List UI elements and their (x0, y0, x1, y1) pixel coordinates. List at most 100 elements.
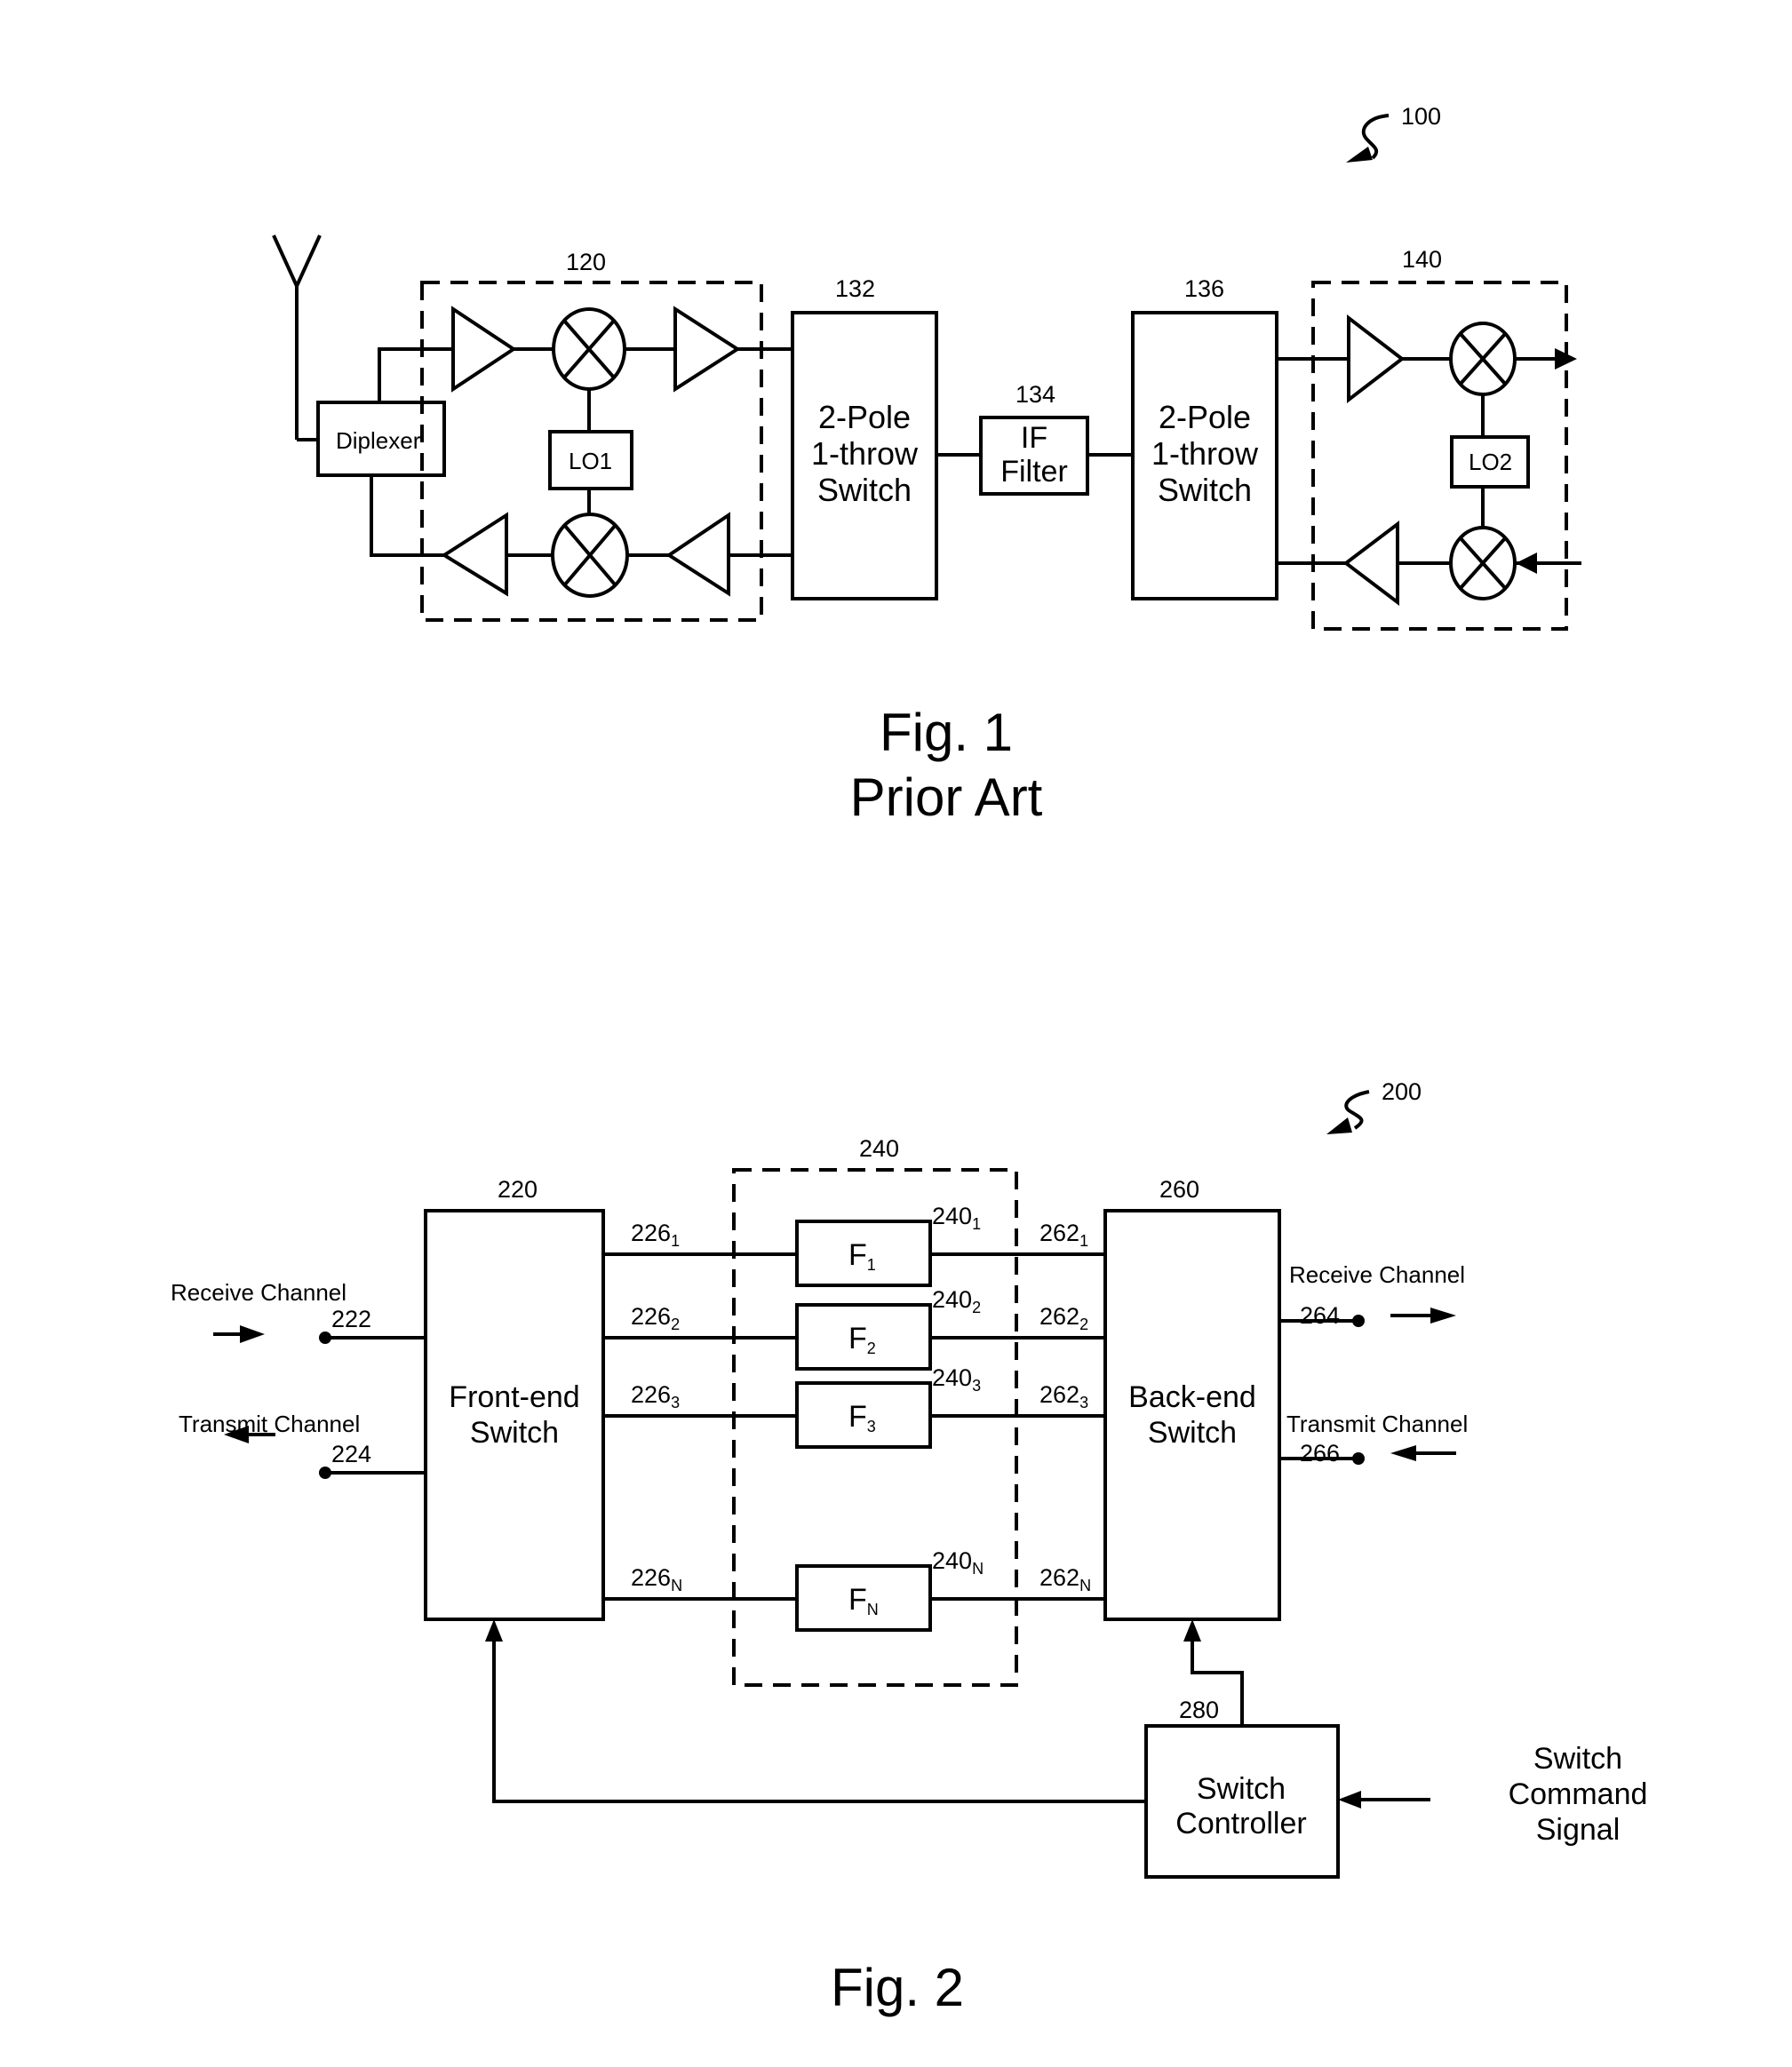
amplifier-icon (441, 512, 508, 597)
fig1-caption-sub: Prior Art (850, 767, 1043, 827)
filter-bank-ref: 240 (859, 1135, 899, 1162)
output-port-ref-main: 262 (1039, 1303, 1079, 1330)
switch-132-line2: 1-throw (811, 435, 919, 472)
filter-ref: 2401 (932, 1203, 981, 1233)
input-port-ref-subscript: 1 (671, 1232, 680, 1250)
control-arrow-icon (485, 1619, 503, 1642)
if-filter-ref: 134 (1015, 381, 1055, 408)
right-transmit-ref: 266 (1300, 1440, 1340, 1467)
switch-132-line3: Switch (817, 472, 912, 508)
receive-direction-arrow-icon (213, 1325, 265, 1343)
output-port-ref: 262N (1039, 1564, 1091, 1594)
switch-136-line2: 1-throw (1151, 435, 1259, 472)
receive-direction-arrow-icon (1390, 1308, 1456, 1324)
input-arrow-icon (1516, 553, 1537, 574)
back-end-line1: Back-end (1128, 1380, 1256, 1414)
fig1-ref-arrow (1346, 114, 1390, 163)
amplifier-icon (673, 306, 741, 393)
control-arrow-icon (1183, 1619, 1201, 1642)
patent-drawing-sheet: 100 Diplexer 120 LO1 132 2-Pole 1-throw … (171, 103, 1647, 2017)
input-port-ref: 2262 (631, 1303, 680, 1333)
fig1-caption: Fig. 1 (880, 703, 1013, 762)
filter-label-subscript: 2 (867, 1340, 876, 1357)
command-signal-line3: Signal (1536, 1813, 1621, 1847)
input-port-ref-subscript: 2 (671, 1316, 680, 1333)
filter-label-main: F (848, 1322, 867, 1355)
right-transmit-terminal (1352, 1452, 1365, 1465)
filter-row: F124012261 2621 (603, 1203, 1105, 1287)
filter-row: F224022262 2622 (603, 1286, 1105, 1371)
filter-ref-main: 240 (932, 1286, 972, 1313)
input-port-ref-main: 226 (631, 1303, 671, 1330)
lo1-label: LO1 (569, 448, 612, 474)
filter-ref: 240N (932, 1547, 984, 1578)
switch-132-line1: 2-Pole (818, 399, 911, 435)
transmit-direction-arrow-icon (1390, 1445, 1456, 1461)
output-port-ref-subscript: N (1079, 1577, 1091, 1594)
output-port-ref: 2621 (1039, 1220, 1088, 1250)
switch-controller-line2: Controller (1175, 1807, 1306, 1840)
filter-label-main: F (848, 1400, 867, 1434)
fig1: 100 Diplexer 120 LO1 132 2-Pole 1-throw … (272, 103, 1581, 827)
filter-ref-subscript: 3 (972, 1377, 981, 1395)
output-port-ref: 2623 (1039, 1381, 1088, 1411)
mixer-icon (551, 513, 629, 598)
mixer-icon (552, 307, 626, 391)
filter-label-subscript: N (867, 1601, 879, 1618)
amplifier-icon (665, 512, 730, 597)
filter-label-subscript: 1 (867, 1256, 876, 1274)
front-end-line1: Front-end (449, 1380, 579, 1414)
output-port-ref-main: 262 (1039, 1381, 1079, 1408)
front-end-line2: Switch (470, 1416, 559, 1450)
output-port-ref-main: 262 (1039, 1220, 1079, 1246)
diplexer-label: Diplexer (336, 427, 421, 454)
front-end-ref: 220 (498, 1176, 538, 1203)
filter-ref-subscript: N (972, 1560, 984, 1578)
back-end-ref: 260 (1159, 1176, 1199, 1203)
filter-ref-main: 240 (932, 1364, 972, 1391)
antenna-icon (272, 235, 322, 441)
filter-ref-main: 240 (932, 1203, 972, 1229)
output-port-ref-subscript: 3 (1079, 1394, 1088, 1411)
input-port-ref-main: 226 (631, 1564, 671, 1591)
filter-ref-main: 240 (932, 1547, 972, 1574)
if-filter-line1: IF (1021, 421, 1047, 455)
filter-row: F324032263 2623 (603, 1364, 1105, 1449)
filter-ref-subscript: 2 (972, 1299, 981, 1316)
front-end-switch-block (424, 1209, 605, 1621)
filter-rows: F124012261 2621F224022262 2622F324032263 26… (603, 1203, 1105, 1632)
block-140-ref: 140 (1402, 246, 1442, 273)
switch-136-line3: Switch (1158, 472, 1252, 508)
output-port-ref-subscript: 2 (1079, 1316, 1088, 1333)
fig2-caption: Fig. 2 (831, 1958, 964, 2017)
input-port-ref: 226N (631, 1564, 682, 1594)
switch-132-ref: 132 (835, 275, 875, 302)
if-filter-line2: Filter (1000, 455, 1068, 489)
left-receive-label: Receive Channel (171, 1279, 346, 1306)
command-signal-line1: Switch (1533, 1742, 1622, 1776)
right-receive-label: Receive Channel (1289, 1261, 1465, 1288)
input-port-ref: 2261 (631, 1220, 680, 1250)
amplifier-icon (1347, 314, 1406, 404)
back-end-line2: Switch (1148, 1416, 1237, 1450)
filter-label-subscript: 3 (867, 1418, 876, 1435)
back-end-switch-block (1103, 1209, 1281, 1621)
switch-controller-ref: 280 (1179, 1697, 1219, 1723)
input-port-ref-subscript: N (671, 1577, 682, 1594)
right-receive-ref: 264 (1300, 1302, 1340, 1329)
right-receive-terminal (1352, 1315, 1365, 1327)
fig2: 200 220 Front-end Switch Receive Channel… (171, 1078, 1647, 2017)
amplifier-icon (1342, 520, 1399, 607)
mixer-icon (1449, 322, 1517, 396)
input-port-ref: 2263 (631, 1381, 680, 1411)
left-transmit-ref: 224 (331, 1441, 371, 1467)
fig2-ref-label: 200 (1382, 1078, 1422, 1105)
amplifier-icon (451, 306, 517, 393)
filter-label-main: F (848, 1583, 867, 1617)
left-receive-ref: 222 (331, 1306, 371, 1332)
fig1-ref-label: 100 (1401, 103, 1441, 130)
command-arrow-icon (1338, 1791, 1361, 1809)
filter-label-main: F (848, 1238, 867, 1272)
input-port-ref-main: 226 (631, 1220, 671, 1246)
filter-ref: 2402 (932, 1286, 981, 1316)
